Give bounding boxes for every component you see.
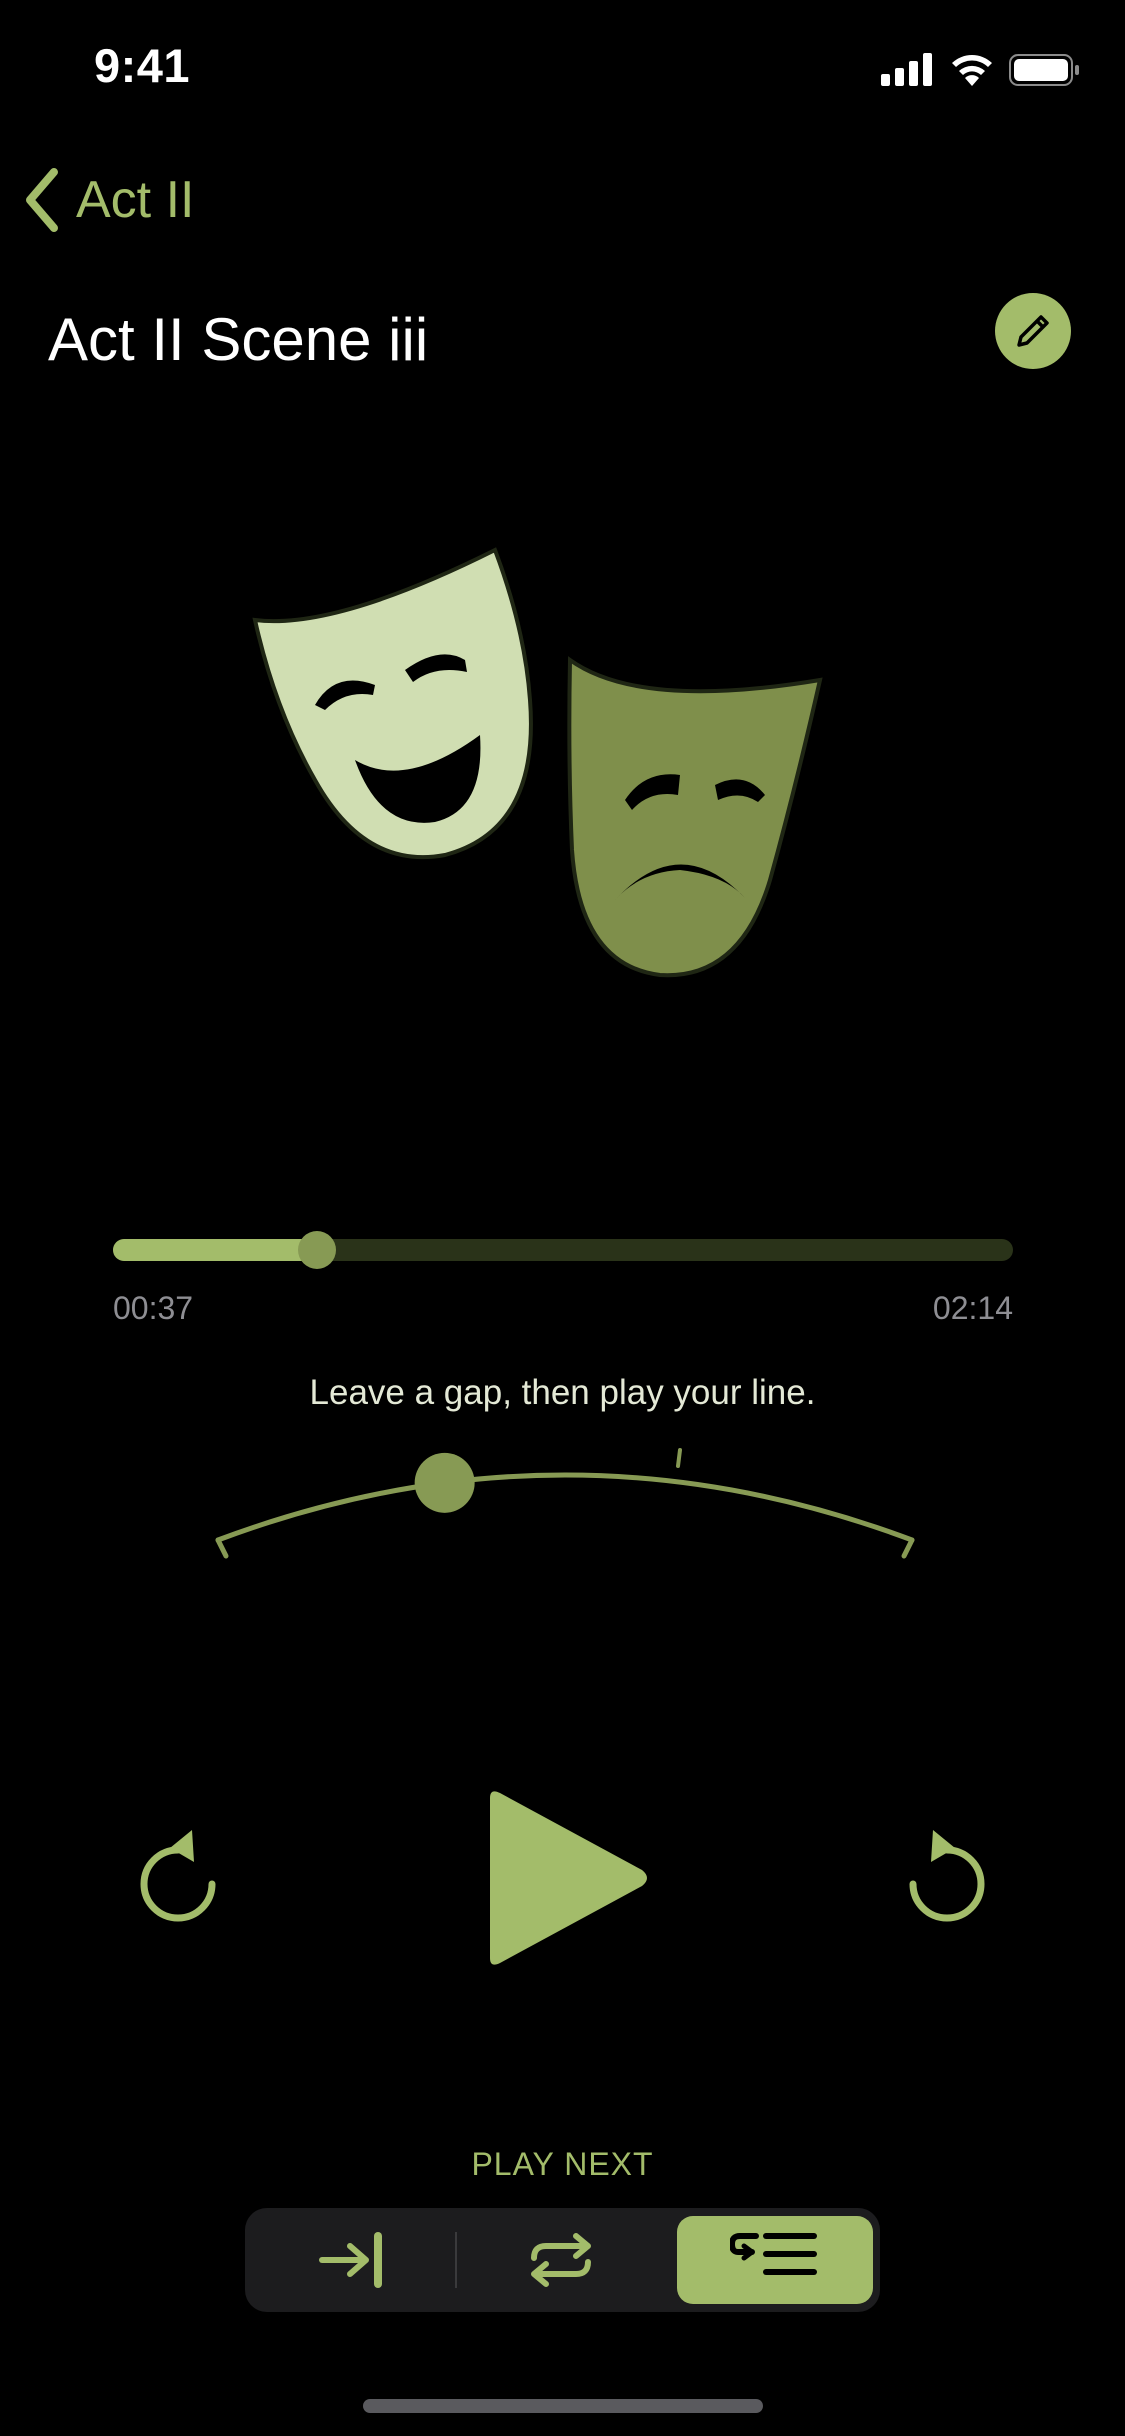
elapsed-time: 00:37 bbox=[113, 1290, 194, 1326]
comedy-mask bbox=[252, 547, 533, 860]
page-title: Act II Scene iii bbox=[48, 306, 429, 373]
battery-icon bbox=[1009, 54, 1079, 86]
fast-forward-icon bbox=[909, 1830, 985, 1922]
theater-masks-icon bbox=[252, 547, 823, 978]
play-next-option-repeat[interactable] bbox=[463, 2216, 659, 2304]
skip-back-button[interactable] bbox=[140, 1820, 240, 1930]
pencil-icon bbox=[1017, 315, 1049, 347]
progress-track[interactable] bbox=[113, 1231, 1013, 1269]
play-next-option-continue[interactable] bbox=[677, 2216, 873, 2304]
play-next-option-stop[interactable] bbox=[255, 2216, 451, 2304]
wifi-icon bbox=[952, 55, 992, 86]
status-time: 9:41 bbox=[94, 39, 191, 92]
gap-dial[interactable] bbox=[200, 1440, 930, 1570]
queue-list-icon bbox=[730, 2233, 817, 2275]
cellular-signal-icon bbox=[881, 53, 932, 86]
status-icons bbox=[881, 53, 1079, 86]
progress-thumb[interactable] bbox=[298, 1231, 336, 1269]
edit-button[interactable] bbox=[995, 293, 1071, 369]
back-label: Act II bbox=[76, 171, 195, 229]
chevron-left-icon bbox=[26, 168, 58, 232]
play-button[interactable] bbox=[480, 1788, 660, 1968]
dial-start-tick bbox=[215, 1537, 229, 1559]
back-button[interactable]: Act II bbox=[22, 160, 194, 240]
play-next-segmented-control bbox=[245, 2208, 880, 2312]
play-icon bbox=[490, 1791, 647, 1965]
dial-mid-tick bbox=[676, 1448, 682, 1468]
skip-to-end-icon bbox=[319, 2232, 382, 2288]
home-indicator[interactable] bbox=[363, 2399, 763, 2413]
rewind-icon bbox=[140, 1830, 216, 1922]
tragedy-mask bbox=[567, 656, 823, 978]
repeat-icon bbox=[531, 2233, 591, 2287]
dial-end-tick bbox=[901, 1537, 915, 1559]
total-duration: 02:14 bbox=[932, 1290, 1013, 1326]
segment-divider bbox=[455, 2232, 457, 2288]
gap-dial-knob bbox=[414, 1452, 475, 1513]
progress-fill bbox=[113, 1239, 317, 1261]
skip-forward-button[interactable] bbox=[885, 1820, 985, 1930]
play-next-label: PLAY NEXT bbox=[471, 2146, 654, 2182]
gap-hint: Leave a gap, then play your line. bbox=[309, 1373, 816, 1412]
